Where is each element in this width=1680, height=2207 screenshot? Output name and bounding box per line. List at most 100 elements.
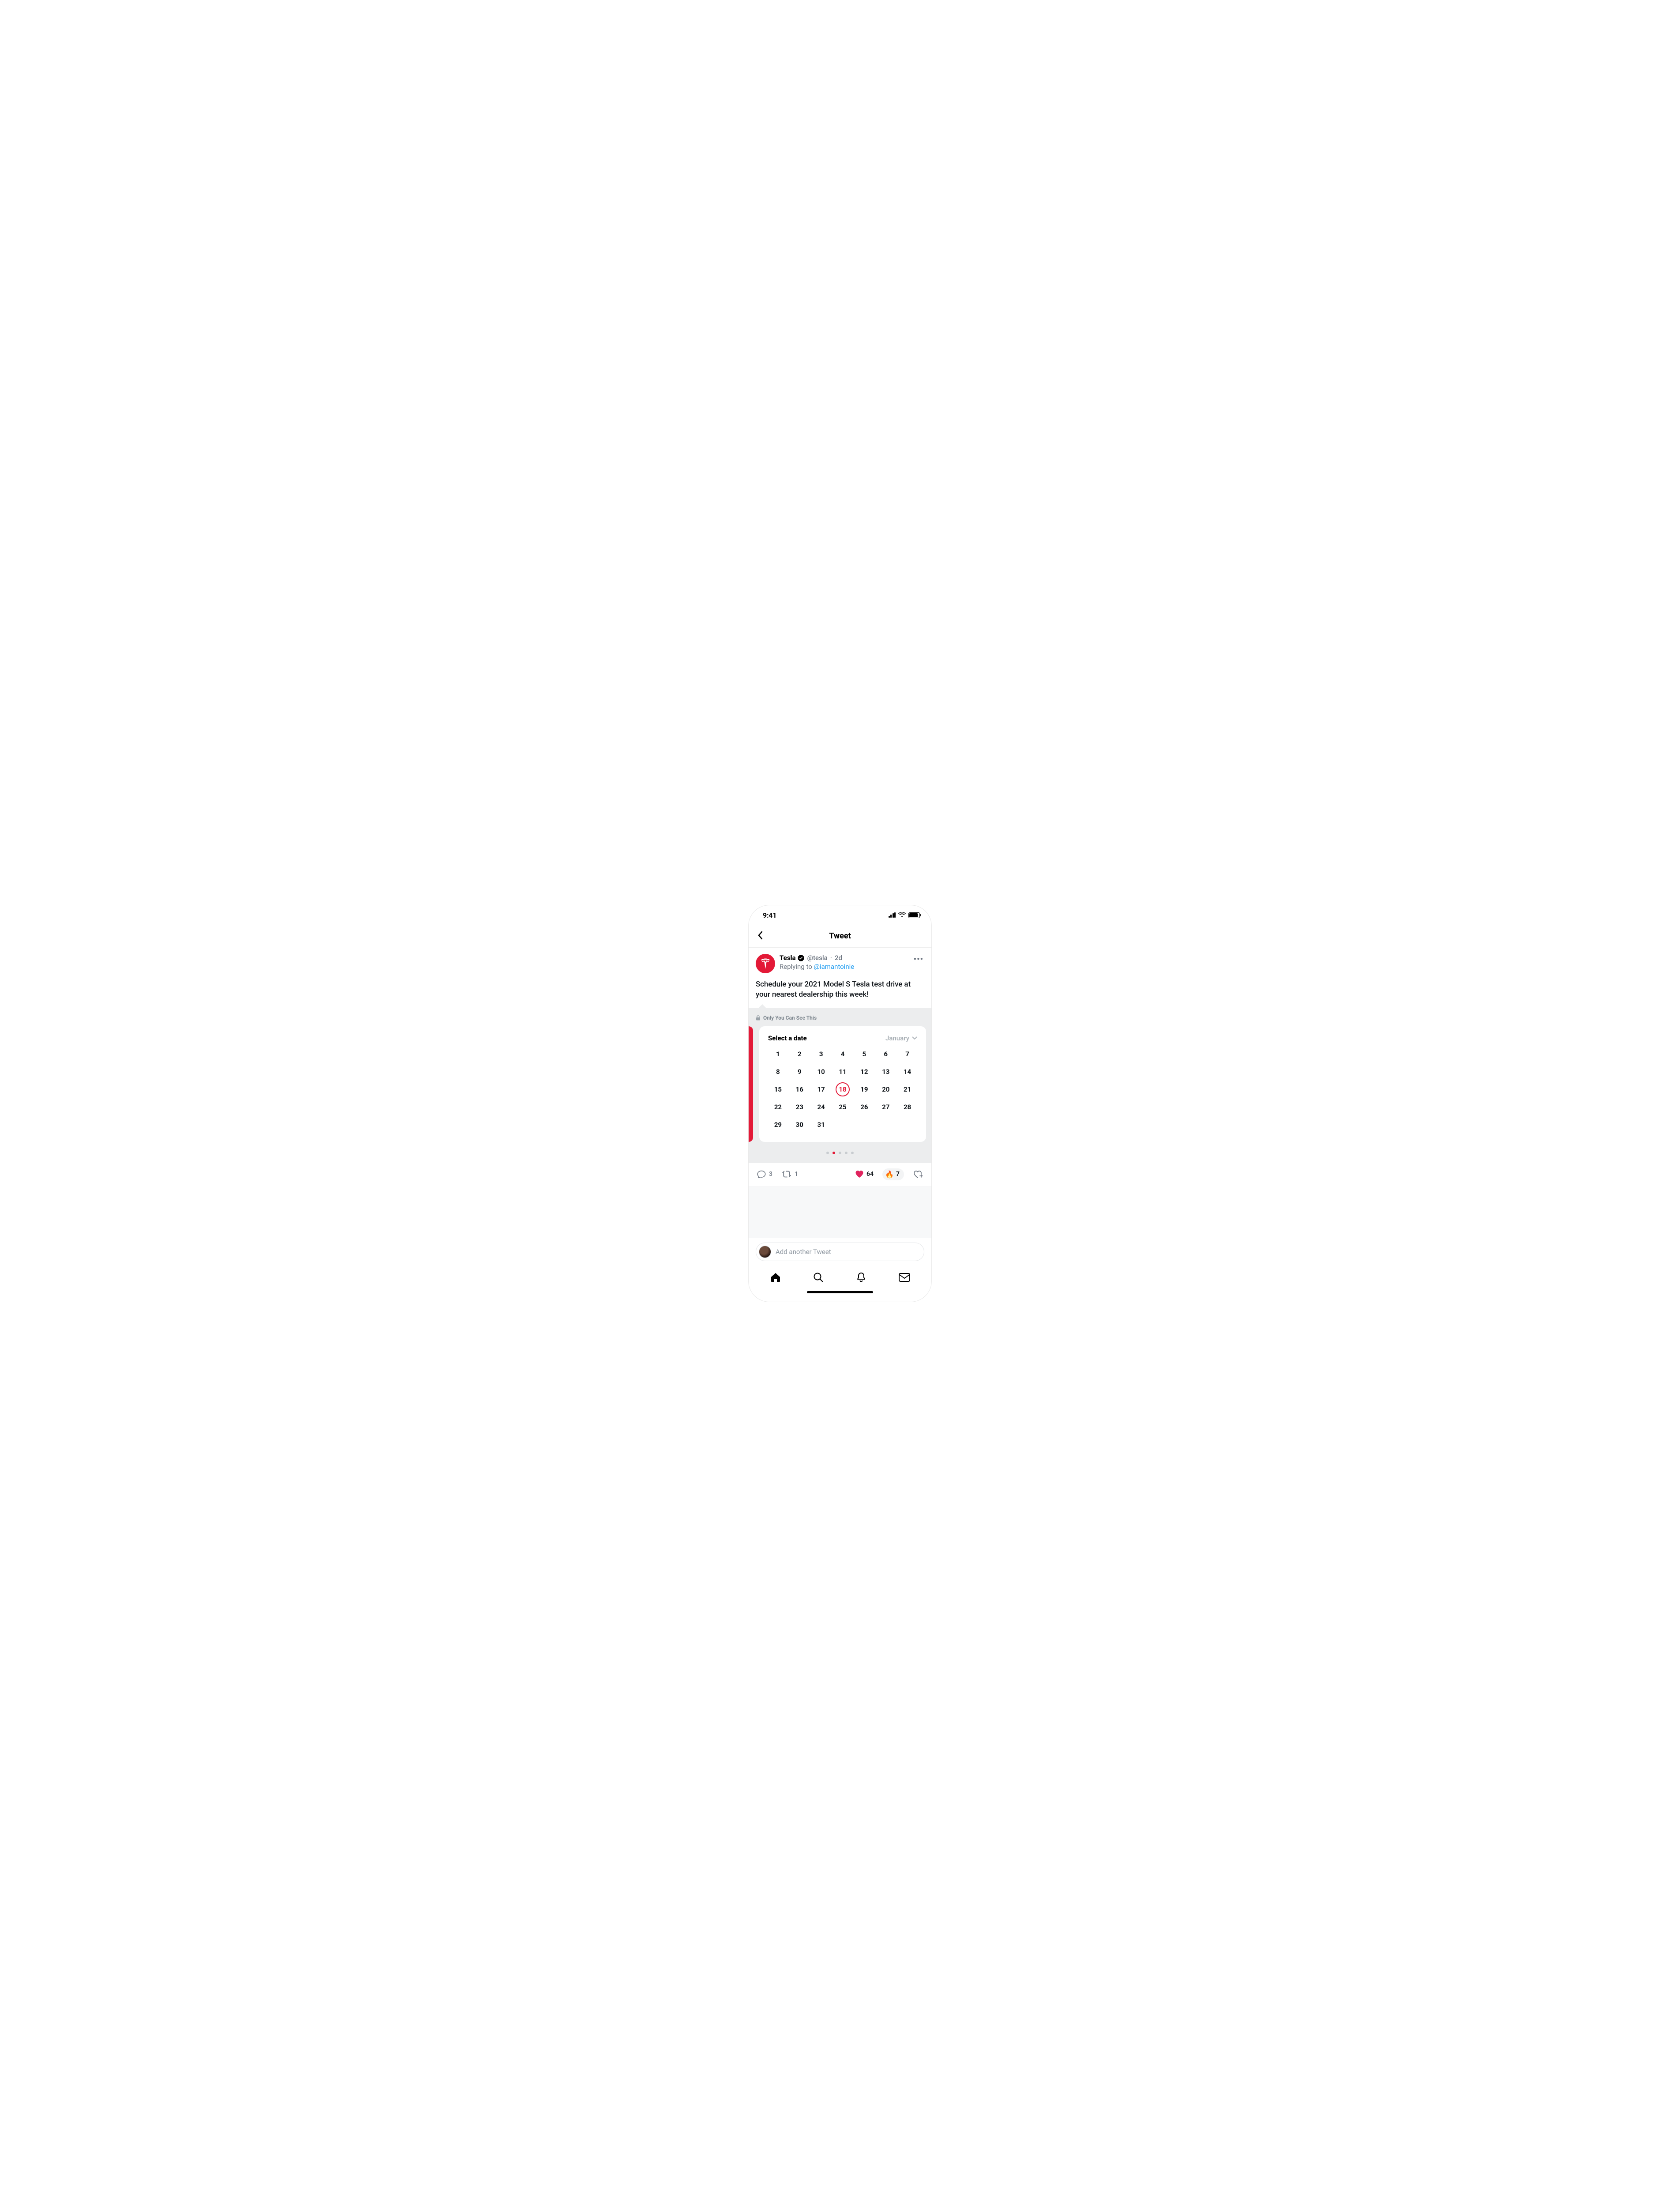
calendar-day[interactable]: 17 <box>811 1084 831 1095</box>
tab-search[interactable] <box>808 1269 829 1286</box>
calendar-day[interactable]: 5 <box>854 1048 874 1060</box>
page-dot[interactable] <box>851 1152 854 1154</box>
composer-row: Add another Tweet <box>749 1238 931 1265</box>
calendar-day[interactable]: 13 <box>876 1066 896 1077</box>
tweet-body: Schedule your 2021 Model S Tesla test dr… <box>756 979 924 1000</box>
calendar-day[interactable]: 8 <box>768 1066 788 1077</box>
calendar-day[interactable]: 22 <box>768 1101 788 1113</box>
status-right <box>889 912 920 918</box>
retweet-icon <box>781 1170 792 1179</box>
date-picker-card: Select a date January 123456789101112131… <box>759 1026 926 1142</box>
calendar-day[interactable]: 3 <box>811 1048 831 1060</box>
heart-plus-icon <box>913 1169 923 1179</box>
calendar-day[interactable]: 10 <box>811 1066 831 1077</box>
user-avatar <box>759 1246 771 1258</box>
tab-home[interactable] <box>765 1269 786 1286</box>
author-name[interactable]: Tesla <box>780 954 796 962</box>
calendar-day[interactable]: 29 <box>768 1119 788 1130</box>
add-reaction-button[interactable] <box>913 1169 923 1179</box>
calendar-day[interactable]: 18 <box>833 1084 853 1095</box>
calendar-day[interactable]: 12 <box>854 1066 874 1077</box>
prev-card-sliver[interactable] <box>749 1026 753 1142</box>
back-button[interactable] <box>755 928 765 944</box>
calendar-day[interactable]: 30 <box>790 1119 810 1130</box>
page-dots <box>749 1145 931 1163</box>
calendar-day[interactable]: 26 <box>854 1101 874 1113</box>
like-count: 64 <box>866 1171 874 1178</box>
bell-icon <box>855 1272 867 1283</box>
calendar-day[interactable]: 15 <box>768 1084 788 1095</box>
fire-icon: 🔥 <box>885 1170 894 1179</box>
author-avatar[interactable] <box>756 954 775 973</box>
feed-spacer <box>749 1187 931 1238</box>
status-bar: 9:41 <box>749 905 931 925</box>
reply-icon <box>757 1169 766 1179</box>
chevron-left-icon <box>757 931 763 940</box>
tab-messages[interactable] <box>894 1270 915 1285</box>
home-icon <box>770 1272 781 1283</box>
calendar-day[interactable]: 7 <box>897 1048 917 1060</box>
tweet-more-button[interactable]: ••• <box>913 954 924 965</box>
month-label: January <box>885 1034 909 1042</box>
meta-separator: · <box>830 954 832 962</box>
calendar-day[interactable]: 1 <box>768 1048 788 1060</box>
compose-tweet-input[interactable]: Add another Tweet <box>756 1243 924 1261</box>
retweet-button[interactable]: 1 <box>781 1170 798 1179</box>
author-handle[interactable]: @tesla <box>807 954 828 962</box>
nav-header: Tweet <box>749 925 931 948</box>
card-carousel[interactable]: Select a date January 123456789101112131… <box>749 1024 931 1145</box>
home-indicator <box>749 1287 931 1302</box>
calendar-day[interactable]: 6 <box>876 1048 896 1060</box>
tab-bar <box>749 1265 931 1287</box>
calendar-grid: 1234567891011121314151617181920212223242… <box>768 1048 917 1130</box>
lock-icon <box>756 1015 761 1021</box>
calendar-day[interactable]: 19 <box>854 1084 874 1095</box>
calendar-day[interactable]: 31 <box>811 1119 831 1130</box>
mail-icon <box>898 1273 911 1282</box>
status-time: 9:41 <box>763 911 776 919</box>
calendar-day[interactable]: 27 <box>876 1101 896 1113</box>
page-dot[interactable] <box>845 1152 848 1154</box>
calendar-day[interactable]: 21 <box>897 1084 917 1095</box>
card-area: Only You Can See This Select a date Janu… <box>749 1008 931 1163</box>
calendar-day[interactable]: 25 <box>833 1101 853 1113</box>
tab-notifications[interactable] <box>851 1269 871 1286</box>
calendar-day[interactable]: 4 <box>833 1048 853 1060</box>
tweet-age: 2d <box>835 954 842 962</box>
wifi-icon <box>898 912 906 918</box>
verified-badge-icon <box>797 954 805 962</box>
calendar-day[interactable]: 11 <box>833 1066 853 1077</box>
search-icon <box>813 1272 824 1283</box>
like-button[interactable]: 64 <box>855 1170 874 1178</box>
tweet: Tesla @tesla · 2d Replying to @iamantoin… <box>749 948 931 1008</box>
month-selector[interactable]: January <box>885 1034 917 1042</box>
calendar-day[interactable]: 24 <box>811 1101 831 1113</box>
calendar-day[interactable]: 16 <box>790 1084 810 1095</box>
privacy-label: Only You Can See This <box>749 1008 931 1024</box>
card-pointer <box>758 1004 766 1008</box>
battery-icon <box>908 912 920 918</box>
calendar-day[interactable]: 23 <box>790 1101 810 1113</box>
cellular-signal-icon <box>889 912 896 918</box>
compose-placeholder: Add another Tweet <box>776 1248 831 1256</box>
calendar-day[interactable]: 20 <box>876 1084 896 1095</box>
page-dot[interactable] <box>826 1152 829 1154</box>
calendar-day[interactable]: 14 <box>897 1066 917 1077</box>
fire-count: 7 <box>896 1171 900 1178</box>
reply-count: 3 <box>769 1171 772 1178</box>
tweet-actions: 3 1 64 🔥 7 <box>749 1163 931 1187</box>
tesla-logo-icon <box>761 958 770 969</box>
calendar-day[interactable]: 2 <box>790 1048 810 1060</box>
page-dot[interactable] <box>832 1152 835 1154</box>
page-dot[interactable] <box>839 1152 841 1154</box>
phone-frame: 9:41 Tweet Tesla <box>748 905 932 1302</box>
heart-icon <box>855 1170 864 1178</box>
calendar-day[interactable]: 9 <box>790 1066 810 1077</box>
fire-reaction-button[interactable]: 🔥 7 <box>882 1168 904 1180</box>
reply-button[interactable]: 3 <box>757 1169 772 1179</box>
calendar-day[interactable]: 28 <box>897 1101 917 1113</box>
reply-mention[interactable]: @iamantoinie <box>814 963 854 971</box>
chevron-down-icon <box>912 1036 917 1040</box>
page-title: Tweet <box>829 931 851 941</box>
retweet-count: 1 <box>795 1171 798 1178</box>
